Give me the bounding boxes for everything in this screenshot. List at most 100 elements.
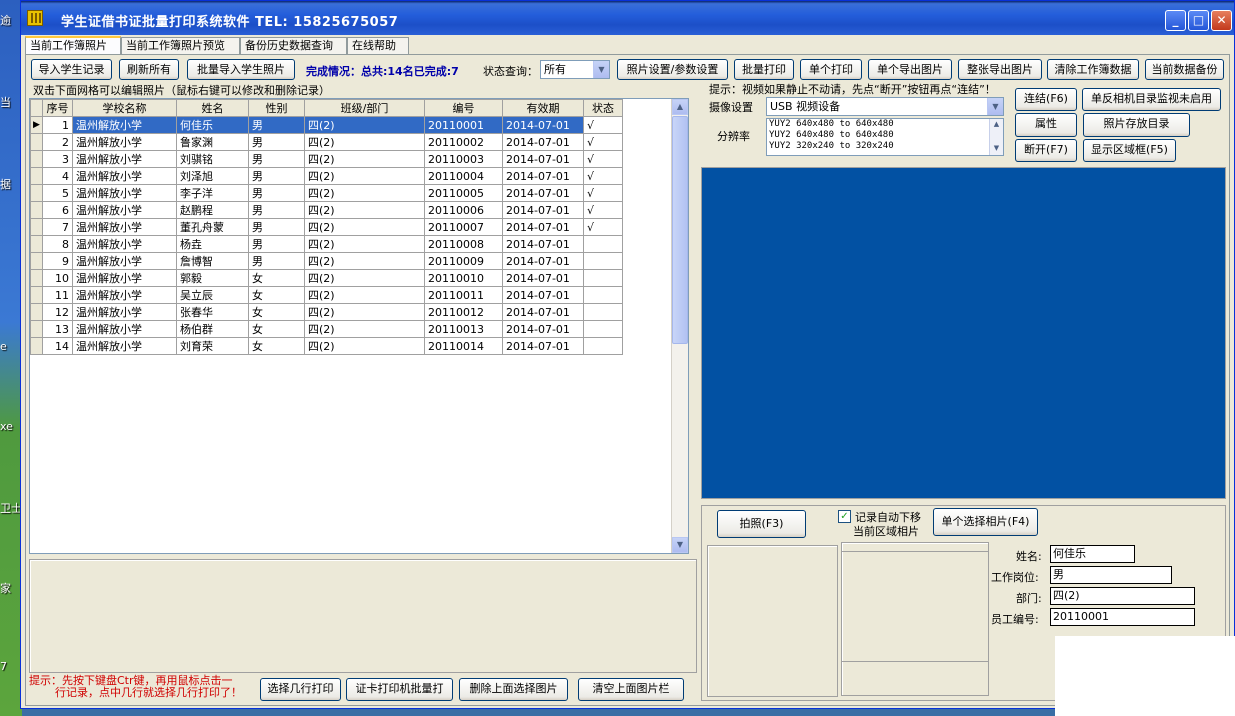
table-cell[interactable]: 温州解放小学 [72,167,177,185]
single-print-button[interactable]: 单个打印 [800,59,862,80]
table-cell[interactable]: √ [583,184,623,202]
table-cell[interactable]: 四(2) [304,218,425,236]
disconnect-button[interactable]: 断开(F7) [1015,139,1077,162]
table-cell[interactable] [583,269,623,287]
table-cell[interactable]: 郭毅 [176,269,249,287]
row-selector[interactable] [30,167,43,185]
table-cell[interactable]: 2014-07-01 [502,252,584,270]
student-grid[interactable]: 序号 学校名称 姓名 性别 班级/部门 编号 有效期 状态 ▶ 1 温州解放小学 何佳… [29,98,689,554]
column-header[interactable]: 有效期 [502,99,584,117]
row-selector[interactable] [30,201,43,219]
table-cell[interactable]: 四(2) [304,235,425,253]
table-cell[interactable]: 杨垚 [176,235,249,253]
table-cell[interactable]: 4 [42,167,73,185]
table-row[interactable]: 6 温州解放小学 赵鹏程男四(2) 20110006 2014-07-01 √ [30,201,623,219]
table-cell[interactable]: 2014-07-01 [502,286,584,304]
table-cell[interactable]: 2 [42,133,73,151]
table-cell[interactable]: 赵鹏程 [176,201,249,219]
table-cell[interactable]: √ [583,201,623,219]
table-cell[interactable]: 女 [248,269,305,287]
table-row[interactable]: 12 温州解放小学 张春华女四(2) 20110012 2014-07-01 [30,303,623,321]
table-cell[interactable]: 鲁家渊 [176,133,249,151]
table-cell[interactable]: 董孔舟蒙 [176,218,249,236]
table-cell[interactable]: 男 [248,150,305,168]
table-cell[interactable]: √ [583,116,623,134]
batch-import-photos-button[interactable]: 批量导入学生照片 [187,59,295,80]
table-cell[interactable]: 14 [42,337,73,355]
row-selector[interactable] [30,133,43,151]
table-cell[interactable]: 吴立辰 [176,286,249,304]
table-cell[interactable]: 2014-07-01 [502,218,584,236]
table-cell[interactable]: 2014-07-01 [502,116,584,134]
table-cell[interactable]: 2014-07-01 [502,150,584,168]
table-cell[interactable]: 温州解放小学 [72,150,177,168]
table-cell[interactable]: 张春华 [176,303,249,321]
row-selector[interactable] [30,184,43,202]
table-cell[interactable]: √ [583,167,623,185]
table-cell[interactable]: 20110011 [424,286,503,304]
table-row[interactable]: 9 温州解放小学 詹博智男四(2) 20110009 2014-07-01 [30,252,623,270]
table-cell[interactable]: 10 [42,269,73,287]
table-cell[interactable]: 20110004 [424,167,503,185]
table-cell[interactable]: 2014-07-01 [502,133,584,151]
table-cell[interactable]: 温州解放小学 [72,337,177,355]
select-photo-button[interactable]: 单个选择相片(F4) [933,508,1038,536]
table-cell[interactable] [583,235,623,253]
scroll-up-icon[interactable]: ▲ [990,119,1003,131]
refresh-all-button[interactable]: 刷新所有 [119,59,179,80]
table-cell[interactable]: 温州解放小学 [72,133,177,151]
table-cell[interactable]: 李子洋 [176,184,249,202]
table-cell[interactable]: 温州解放小学 [72,184,177,202]
table-cell[interactable]: 9 [42,252,73,270]
table-cell[interactable]: 20110014 [424,337,503,355]
list-scrollbar[interactable]: ▲ ▼ [989,119,1003,155]
chevron-down-icon[interactable]: ▼ [593,61,609,78]
table-cell[interactable]: 2014-07-01 [502,167,584,185]
table-cell[interactable]: 刘育荣 [176,337,249,355]
scroll-down-icon[interactable]: ▼ [672,537,688,553]
table-cell[interactable]: 男 [248,133,305,151]
table-cell[interactable]: 温州解放小学 [72,286,177,304]
tab-online-help[interactable]: 在线帮助 [347,37,409,54]
table-cell[interactable]: 男 [248,252,305,270]
table-cell[interactable]: 刘骐铭 [176,150,249,168]
table-cell[interactable]: 7 [42,218,73,236]
table-cell[interactable]: 四(2) [304,337,425,355]
row-selector[interactable] [30,235,43,253]
table-cell[interactable]: 2014-07-01 [502,337,584,355]
table-row[interactable]: 13 温州解放小学 杨伯群女四(2) 20110013 2014-07-01 [30,320,623,338]
table-cell[interactable]: 男 [248,235,305,253]
table-cell[interactable]: 温州解放小学 [72,303,177,321]
table-cell[interactable]: 四(2) [304,252,425,270]
table-cell[interactable]: 20110008 [424,235,503,253]
list-item[interactable]: YUY2 320x240 to 320x240 [769,141,1003,152]
table-cell[interactable]: 男 [248,167,305,185]
table-cell[interactable]: 四(2) [304,201,425,219]
table-cell[interactable]: 20110002 [424,133,503,151]
table-cell[interactable]: 20110013 [424,320,503,338]
table-cell[interactable] [583,286,623,304]
table-row[interactable]: 10 温州解放小学 郭毅女四(2) 20110010 2014-07-01 [30,269,623,287]
table-cell[interactable] [583,252,623,270]
table-cell[interactable]: 6 [42,201,73,219]
title-bar[interactable]: 学生证借书证批量打印系统软件 TEL: 15825675057 _ □ ✕ [21,1,1234,35]
table-cell[interactable]: 20110003 [424,150,503,168]
scroll-up-icon[interactable]: ▲ [672,99,688,115]
list-item[interactable]: YUY2 640x480 to 640x480 [769,130,1003,141]
table-cell[interactable]: 3 [42,150,73,168]
table-cell[interactable]: 温州解放小学 [72,235,177,253]
photo-strip[interactable] [29,559,697,673]
table-cell[interactable]: 2014-07-01 [502,269,584,287]
resolution-list[interactable]: YUY2 640x480 to 640x480 YUY2 640x480 to … [766,118,1004,156]
scroll-down-icon[interactable]: ▼ [990,143,1003,155]
employee-id-field[interactable]: 20110001 [1050,608,1195,626]
table-cell[interactable]: 温州解放小学 [72,269,177,287]
camera-device-select[interactable]: USB 视频设备 ▼ [766,97,1004,116]
row-selector[interactable] [30,286,43,304]
table-cell[interactable]: 女 [248,337,305,355]
table-cell[interactable]: 男 [248,218,305,236]
table-cell[interactable]: 四(2) [304,184,425,202]
table-cell[interactable]: 四(2) [304,150,425,168]
video-preview[interactable] [701,167,1226,499]
table-cell[interactable] [583,320,623,338]
